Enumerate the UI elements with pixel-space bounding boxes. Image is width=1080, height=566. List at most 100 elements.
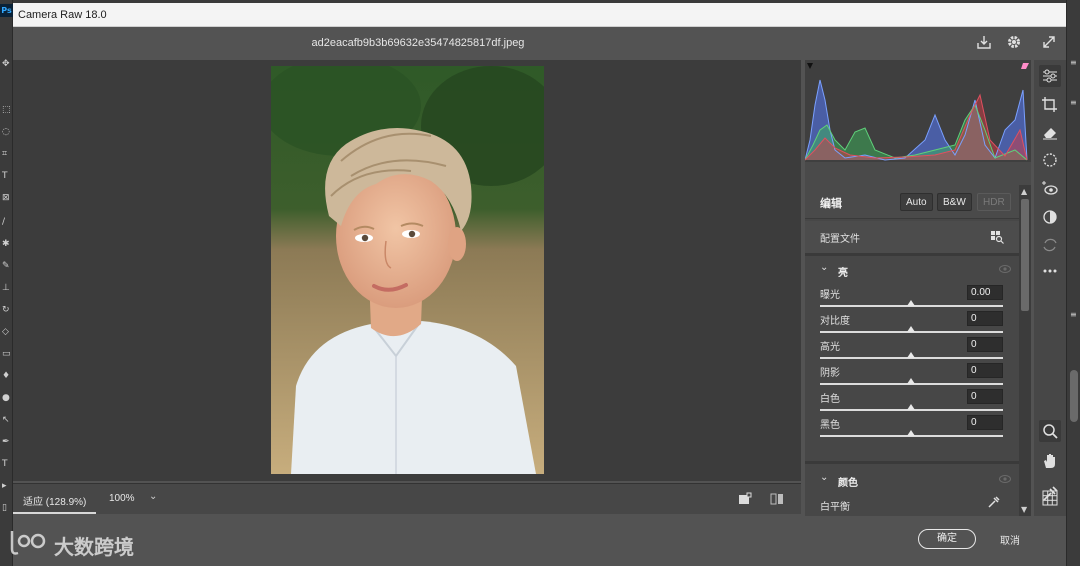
- image-canvas[interactable]: [13, 60, 801, 481]
- light-section-title: 亮: [838, 268, 848, 279]
- slider-label: 阴影: [820, 368, 840, 379]
- rect-tool-icon[interactable]: ▯: [2, 504, 11, 513]
- histogram: [805, 60, 1031, 185]
- pen-tool-icon[interactable]: ✎: [2, 262, 11, 271]
- pen2-tool-icon[interactable]: ✒: [2, 438, 11, 447]
- eye-icon[interactable]: [999, 264, 1011, 274]
- bw-button[interactable]: B&W: [937, 193, 972, 211]
- camera-raw-window: ad2eacafb9b3b69632e35474825817df.jpeg 适应…: [13, 27, 1066, 566]
- slider-knob[interactable]: [907, 352, 915, 358]
- zoom-fit-tab[interactable]: 适应 (128.9%): [13, 484, 97, 514]
- slider-value-input[interactable]: 0: [967, 337, 1003, 352]
- profile-label: 配置文件: [820, 234, 860, 245]
- eye-icon[interactable]: [999, 474, 1011, 484]
- slider-value-input[interactable]: 0: [967, 415, 1003, 430]
- snapshot-icon[interactable]: [1039, 234, 1061, 256]
- scroll-up-icon[interactable]: ▲: [1021, 187, 1027, 196]
- watermark-icon: [10, 531, 46, 555]
- slider-label: 高光: [820, 342, 840, 353]
- menu-icon-3[interactable]: ≡: [1070, 310, 1077, 319]
- chevron-down-icon[interactable]: ⌄: [149, 491, 157, 502]
- slider-knob[interactable]: [907, 326, 915, 332]
- expand-icon[interactable]: [1041, 34, 1057, 50]
- whites-slider[interactable]: 白色 0: [805, 389, 1019, 415]
- photoshop-toolbar: Ps ✥ ⬚ ◌ ⌗ T ⊠ / ✱ ✎ ⊥ ↻ ◇ ▭ ♦ ● ↖ ✒ T ▸…: [0, 0, 13, 566]
- hand-icon[interactable]: [1039, 450, 1061, 472]
- scroll-down-icon[interactable]: ▼: [1021, 505, 1027, 514]
- eraser-tool-icon[interactable]: ◇: [2, 328, 11, 337]
- slider-knob[interactable]: [907, 378, 915, 384]
- split-view-icon[interactable]: [770, 492, 784, 506]
- contrast-slider[interactable]: 对比度 0: [805, 311, 1019, 337]
- ok-button[interactable]: 确定: [918, 529, 976, 549]
- crop-icon[interactable]: [1039, 94, 1061, 116]
- scrollbar-thumb[interactable]: [1070, 370, 1078, 422]
- marquee-tool-icon[interactable]: ⬚: [2, 106, 11, 115]
- frame-tool-icon[interactable]: ⊠: [2, 194, 11, 203]
- save-icon[interactable]: [976, 34, 992, 50]
- photoshop-logo: Ps: [0, 4, 13, 17]
- scrollbar-thumb[interactable]: [1021, 199, 1029, 311]
- edit-sliders-icon[interactable]: [1039, 65, 1061, 87]
- slider-value-input[interactable]: 0.00: [967, 285, 1003, 300]
- lasso-tool-icon[interactable]: ◌: [2, 128, 11, 137]
- edit-panel: 编辑 Auto B&W HDR 配置文件 ⌄ 亮 曝光 0.00 对比度 0 高…: [805, 185, 1019, 517]
- profile-browser-icon[interactable]: [991, 231, 1004, 244]
- stamp-tool-icon[interactable]: ⊥: [2, 284, 11, 293]
- slider-knob[interactable]: [907, 300, 915, 306]
- exposure-slider[interactable]: 曝光 0.00: [805, 285, 1019, 311]
- more-icon[interactable]: [1039, 260, 1061, 282]
- menu-icon-2[interactable]: ≡: [1070, 98, 1077, 107]
- slider-label: 黑色: [820, 420, 840, 431]
- redeye-icon[interactable]: [1039, 178, 1061, 200]
- eraser-icon[interactable]: [1039, 121, 1061, 143]
- brush-tool-icon[interactable]: /: [2, 218, 11, 227]
- light-section-header[interactable]: ⌄ 亮: [805, 257, 1019, 281]
- slider-label: 曝光: [820, 290, 840, 301]
- white-balance-label: 白平衡: [820, 502, 850, 513]
- mask-icon[interactable]: [1039, 149, 1061, 171]
- type-tool-icon[interactable]: T: [2, 172, 11, 181]
- chevron-down-icon[interactable]: ⌄: [820, 472, 828, 483]
- cancel-button[interactable]: 取消: [1000, 532, 1020, 547]
- crop-tool-icon[interactable]: ⌗: [2, 150, 11, 159]
- profile-row[interactable]: 配置文件: [805, 221, 1019, 253]
- move-tool-icon[interactable]: ✥: [2, 60, 11, 69]
- edit-title: 编辑: [820, 197, 842, 210]
- before-after-toggle-icon[interactable]: [738, 492, 752, 506]
- watermark-text: 大数跨境: [54, 535, 134, 559]
- panel-scrollbar[interactable]: ▲ ▼: [1019, 185, 1031, 517]
- hdr-button[interactable]: HDR: [977, 193, 1011, 211]
- chevron-down-icon[interactable]: ⌄: [820, 262, 828, 273]
- presets-icon[interactable]: [1039, 206, 1061, 228]
- slider-value-input[interactable]: 0: [967, 363, 1003, 378]
- dialog-footer: 确定 取消: [13, 516, 1066, 566]
- gradient-tool-icon[interactable]: ▭: [2, 350, 11, 359]
- slider-knob[interactable]: [907, 430, 915, 436]
- blur-tool-icon[interactable]: ♦: [2, 372, 11, 381]
- color-section-header[interactable]: ⌄ 颜色: [805, 467, 1019, 491]
- path-tool-icon[interactable]: ↖: [2, 416, 11, 425]
- shadows-slider[interactable]: 阴影 0: [805, 363, 1019, 389]
- gear-icon[interactable]: [1006, 34, 1022, 50]
- photoshop-right-strip: ≡ ≡ ≡: [1066, 0, 1080, 566]
- highlights-slider[interactable]: 高光 0: [805, 337, 1019, 363]
- menu-icon[interactable]: ≡: [1070, 58, 1077, 67]
- history-tool-icon[interactable]: ↻: [2, 306, 11, 315]
- blacks-slider[interactable]: 黑色 0: [805, 415, 1019, 441]
- window-titlebar: Camera Raw 18.0: [13, 3, 1066, 27]
- text2-tool-icon[interactable]: T: [2, 460, 11, 469]
- auto-button[interactable]: Auto: [900, 193, 933, 211]
- grid-icon[interactable]: [1041, 489, 1059, 507]
- panel-divider: [805, 461, 1019, 464]
- heal-tool-icon[interactable]: ✱: [2, 240, 11, 249]
- select-tool-icon[interactable]: ▸: [2, 482, 11, 491]
- eyedropper-icon[interactable]: [987, 495, 1001, 509]
- slider-value-input[interactable]: 0: [967, 311, 1003, 326]
- slider-label: 白色: [820, 394, 840, 405]
- zoom-level[interactable]: 100%: [109, 493, 135, 504]
- slider-knob[interactable]: [907, 404, 915, 410]
- slider-value-input[interactable]: 0: [967, 389, 1003, 404]
- dodge-tool-icon[interactable]: ●: [2, 394, 11, 403]
- zoom-icon[interactable]: [1039, 420, 1061, 442]
